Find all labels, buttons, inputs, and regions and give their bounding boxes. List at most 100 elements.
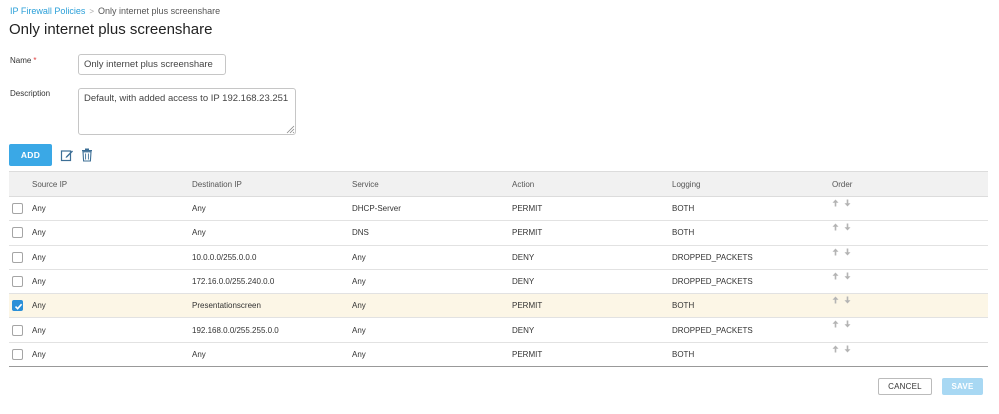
table-row[interactable]: Any 192.168.0.0/255.255.0.0 Any DENY DROPPED… [9, 318, 988, 343]
cell-service: Any [352, 325, 366, 335]
cell-logging: BOTH [672, 349, 695, 359]
required-marker: * [33, 56, 37, 65]
move-down-icon[interactable] [844, 345, 851, 353]
header-action[interactable]: Action [512, 172, 672, 197]
cell-service: Any [352, 301, 366, 311]
row-checkbox-cell [9, 245, 32, 269]
move-down-icon[interactable] [844, 199, 851, 207]
add-rule-button[interactable]: ADD [9, 144, 52, 166]
breadcrumb: IP Firewall Policies > Only internet plus … [10, 6, 220, 16]
cell-destination-ip: Presentationscreen [192, 301, 261, 311]
cell-service: Any [352, 277, 366, 287]
cell-destination-ip: 192.168.0.0/255.255.0.0 [192, 325, 279, 335]
cell-order [832, 342, 988, 366]
cell-source-ip: Any [32, 277, 46, 287]
breadcrumb-separator: > [89, 7, 95, 16]
row-checkbox[interactable] [12, 348, 23, 360]
rules-toolbar: ADD [9, 144, 94, 166]
cell-service: DHCP-Server [352, 204, 401, 214]
row-checkbox[interactable] [12, 300, 23, 312]
cell-source-ip: Any [32, 204, 46, 214]
move-up-icon[interactable] [832, 272, 839, 280]
resize-grip-icon[interactable] [286, 125, 295, 134]
header-service[interactable]: Service [352, 172, 512, 197]
cell-logging: BOTH [672, 228, 695, 238]
cell-destination-ip: Any [192, 349, 206, 359]
cell-service: DNS [352, 228, 369, 238]
cell-source-ip: Any [32, 228, 46, 238]
row-checkbox[interactable] [12, 227, 23, 239]
move-down-icon[interactable] [844, 248, 851, 256]
move-up-icon[interactable] [832, 199, 839, 207]
table-row[interactable]: Any Any DNS PERMIT BOTH [9, 221, 988, 246]
row-checkbox-cell [9, 318, 32, 342]
move-up-icon[interactable] [832, 248, 839, 256]
move-down-icon[interactable] [844, 223, 851, 231]
row-checkbox-cell [9, 221, 32, 245]
order-arrows [832, 199, 851, 207]
description-label: Description [10, 89, 51, 98]
cell-logging: DROPPED_PACKETS [672, 277, 753, 287]
cell-destination-ip: Any [192, 204, 206, 214]
order-arrows [832, 272, 851, 280]
table-row[interactable]: Any 10.0.0.0/255.0.0.0 Any DENY DROPPED_PACK… [9, 245, 988, 270]
order-arrows [832, 345, 851, 353]
cell-source-ip: Any [32, 349, 46, 359]
order-arrows [832, 248, 851, 256]
row-checkbox[interactable] [12, 203, 23, 215]
move-up-icon[interactable] [832, 345, 839, 353]
name-label: Name * [10, 56, 36, 65]
edit-icon[interactable] [60, 148, 74, 162]
cell-destination-ip: Any [192, 228, 206, 238]
cell-destination-ip: 10.0.0.0/255.0.0.0 [192, 252, 257, 262]
cancel-button[interactable]: CANCEL [878, 378, 932, 395]
cell-service: Any [352, 349, 366, 359]
cell-action: PERMIT [512, 204, 543, 214]
save-button[interactable]: SAVE [942, 378, 983, 395]
cell-action: PERMIT [512, 228, 543, 238]
move-down-icon[interactable] [844, 296, 851, 304]
cell-source-ip: Any [32, 325, 46, 335]
table-header-row: Source IP Destination IP Service Action … [9, 171, 988, 197]
cell-order [832, 294, 988, 318]
move-up-icon[interactable] [832, 320, 839, 328]
header-source-ip[interactable]: Source IP [32, 172, 192, 197]
cell-action: DENY [512, 277, 535, 287]
header-select [9, 172, 32, 197]
breadcrumb-link-ip-firewall-policies[interactable]: IP Firewall Policies [10, 6, 85, 16]
header-destination-ip[interactable]: Destination IP [192, 172, 352, 197]
header-order: Order [832, 179, 853, 189]
cell-action: PERMIT [512, 301, 543, 311]
row-checkbox[interactable] [12, 324, 23, 336]
cell-logging: BOTH [672, 301, 695, 311]
move-up-icon[interactable] [832, 223, 839, 231]
page-title: Only internet plus screenshare [9, 21, 213, 38]
row-checkbox-cell [9, 269, 32, 293]
table-row[interactable]: Any Presentationscreen Any PERMIT BOTH [9, 293, 988, 318]
cell-order [832, 318, 988, 342]
move-down-icon[interactable] [844, 272, 851, 280]
trash-icon[interactable] [80, 148, 94, 162]
cell-service: Any [352, 252, 366, 262]
cell-logging: BOTH [672, 204, 695, 214]
move-up-icon[interactable] [832, 296, 839, 304]
row-checkbox-cell [9, 197, 32, 221]
order-arrows [832, 223, 851, 231]
row-checkbox[interactable] [12, 276, 23, 288]
move-down-icon[interactable] [844, 320, 851, 328]
name-input[interactable] [78, 54, 226, 75]
cell-order [832, 197, 988, 221]
cell-action: DENY [512, 252, 535, 262]
table-row[interactable]: Any Any Any PERMIT BOTH [9, 342, 988, 367]
table-row[interactable]: Any 172.16.0.0/255.240.0.0 Any DENY DROPPED_… [9, 269, 988, 294]
cell-order [832, 269, 988, 293]
header-logging[interactable]: Logging [672, 172, 832, 197]
order-arrows [832, 296, 851, 304]
cell-action: DENY [512, 325, 535, 335]
cell-source-ip: Any [32, 252, 46, 262]
description-textarea[interactable]: Default, with added access to IP 192.168… [78, 88, 296, 135]
cell-destination-ip: 172.16.0.0/255.240.0.0 [192, 277, 275, 287]
row-checkbox[interactable] [12, 251, 23, 263]
table-row[interactable]: Any Any DHCP-Server PERMIT BOTH [9, 197, 988, 221]
name-label-text: Name [10, 56, 32, 65]
